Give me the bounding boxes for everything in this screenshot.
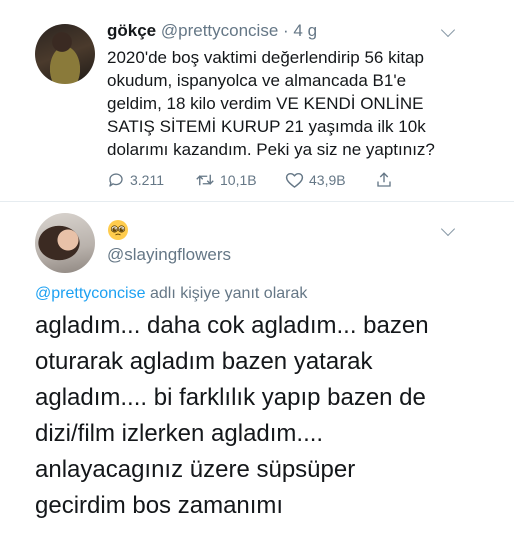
like-count: 43,9B bbox=[309, 172, 346, 188]
replying-to: @prettyconcise adlı kişiye yanıt olarak bbox=[35, 283, 307, 305]
chevron-down-icon[interactable] bbox=[440, 221, 456, 237]
like-button[interactable]: 43,9B bbox=[285, 168, 346, 192]
heart-icon bbox=[285, 172, 304, 188]
display-name[interactable]: gökçe bbox=[107, 21, 156, 40]
tweet-text-line: SATIŞ SİTEMİ KURUP 21 yaşımda ilk 10k bbox=[107, 117, 426, 136]
user-handle[interactable]: @prettyconcise bbox=[161, 21, 278, 40]
tweet-actions: 3.211 10,1B 43,9B bbox=[107, 168, 467, 192]
tweet-text: 2020'de boş vaktimi değerlendirip 56 kit… bbox=[107, 46, 507, 161]
tweet-time[interactable]: · 4 g bbox=[283, 21, 317, 40]
tweet-text-line: okudum, ispanyolca ve almancada B1'e bbox=[107, 71, 407, 90]
user-handle[interactable]: @slayingflowers bbox=[107, 243, 231, 267]
share-icon bbox=[377, 172, 391, 187]
pleading-face-emoji bbox=[108, 220, 128, 240]
share-button[interactable] bbox=[375, 168, 393, 192]
tweet-text-line: geldim, 18 kilo verdim VE KENDİ ONLİNE bbox=[107, 94, 424, 113]
reply-text: agladım... daha cok agladım... bazen otu… bbox=[35, 308, 505, 524]
tweet-text-line: dolarımı kazandım. Peki ya siz ne yaptın… bbox=[107, 140, 435, 159]
replying-to-text: adlı kişiye yanıt olarak bbox=[145, 285, 308, 302]
tweet-text-line: 2020'de boş vaktimi değerlendirip 56 kit… bbox=[107, 48, 424, 67]
reply-text-line: dizi/film izlerken agladım.... bbox=[35, 420, 324, 447]
reply-text-line: oturarak agladım bazen yatarak bbox=[35, 348, 373, 375]
retweet-button[interactable]: 10,1B bbox=[195, 168, 257, 192]
reply-text-line: agladım... daha cok agladım... bazen bbox=[35, 312, 429, 339]
chevron-down-icon[interactable] bbox=[440, 22, 456, 38]
reply-text-line: anlayacagınız üzere süpsüper bbox=[35, 456, 356, 483]
replying-to-link[interactable]: @prettyconcise bbox=[35, 285, 146, 302]
tweet-header: gökçe @prettyconcise · 4 g bbox=[107, 19, 317, 43]
original-tweet[interactable]: gökçe @prettyconcise · 4 g 2020'de boş v… bbox=[0, 0, 514, 201]
reply-text-line: gecirdim bos zamanımı bbox=[35, 492, 284, 519]
divider bbox=[0, 201, 514, 202]
reply-count: 3.211 bbox=[130, 172, 164, 188]
avatar[interactable] bbox=[35, 24, 95, 84]
retweet-count: 10,1B bbox=[220, 172, 257, 188]
reply-button[interactable]: 3.211 bbox=[107, 168, 164, 192]
reply-text-line: agladım.... bi farklılık yapıp bazen de bbox=[35, 384, 426, 411]
speech-bubble-icon bbox=[109, 173, 123, 187]
retweet-icon bbox=[196, 174, 214, 186]
avatar[interactable] bbox=[35, 213, 95, 273]
